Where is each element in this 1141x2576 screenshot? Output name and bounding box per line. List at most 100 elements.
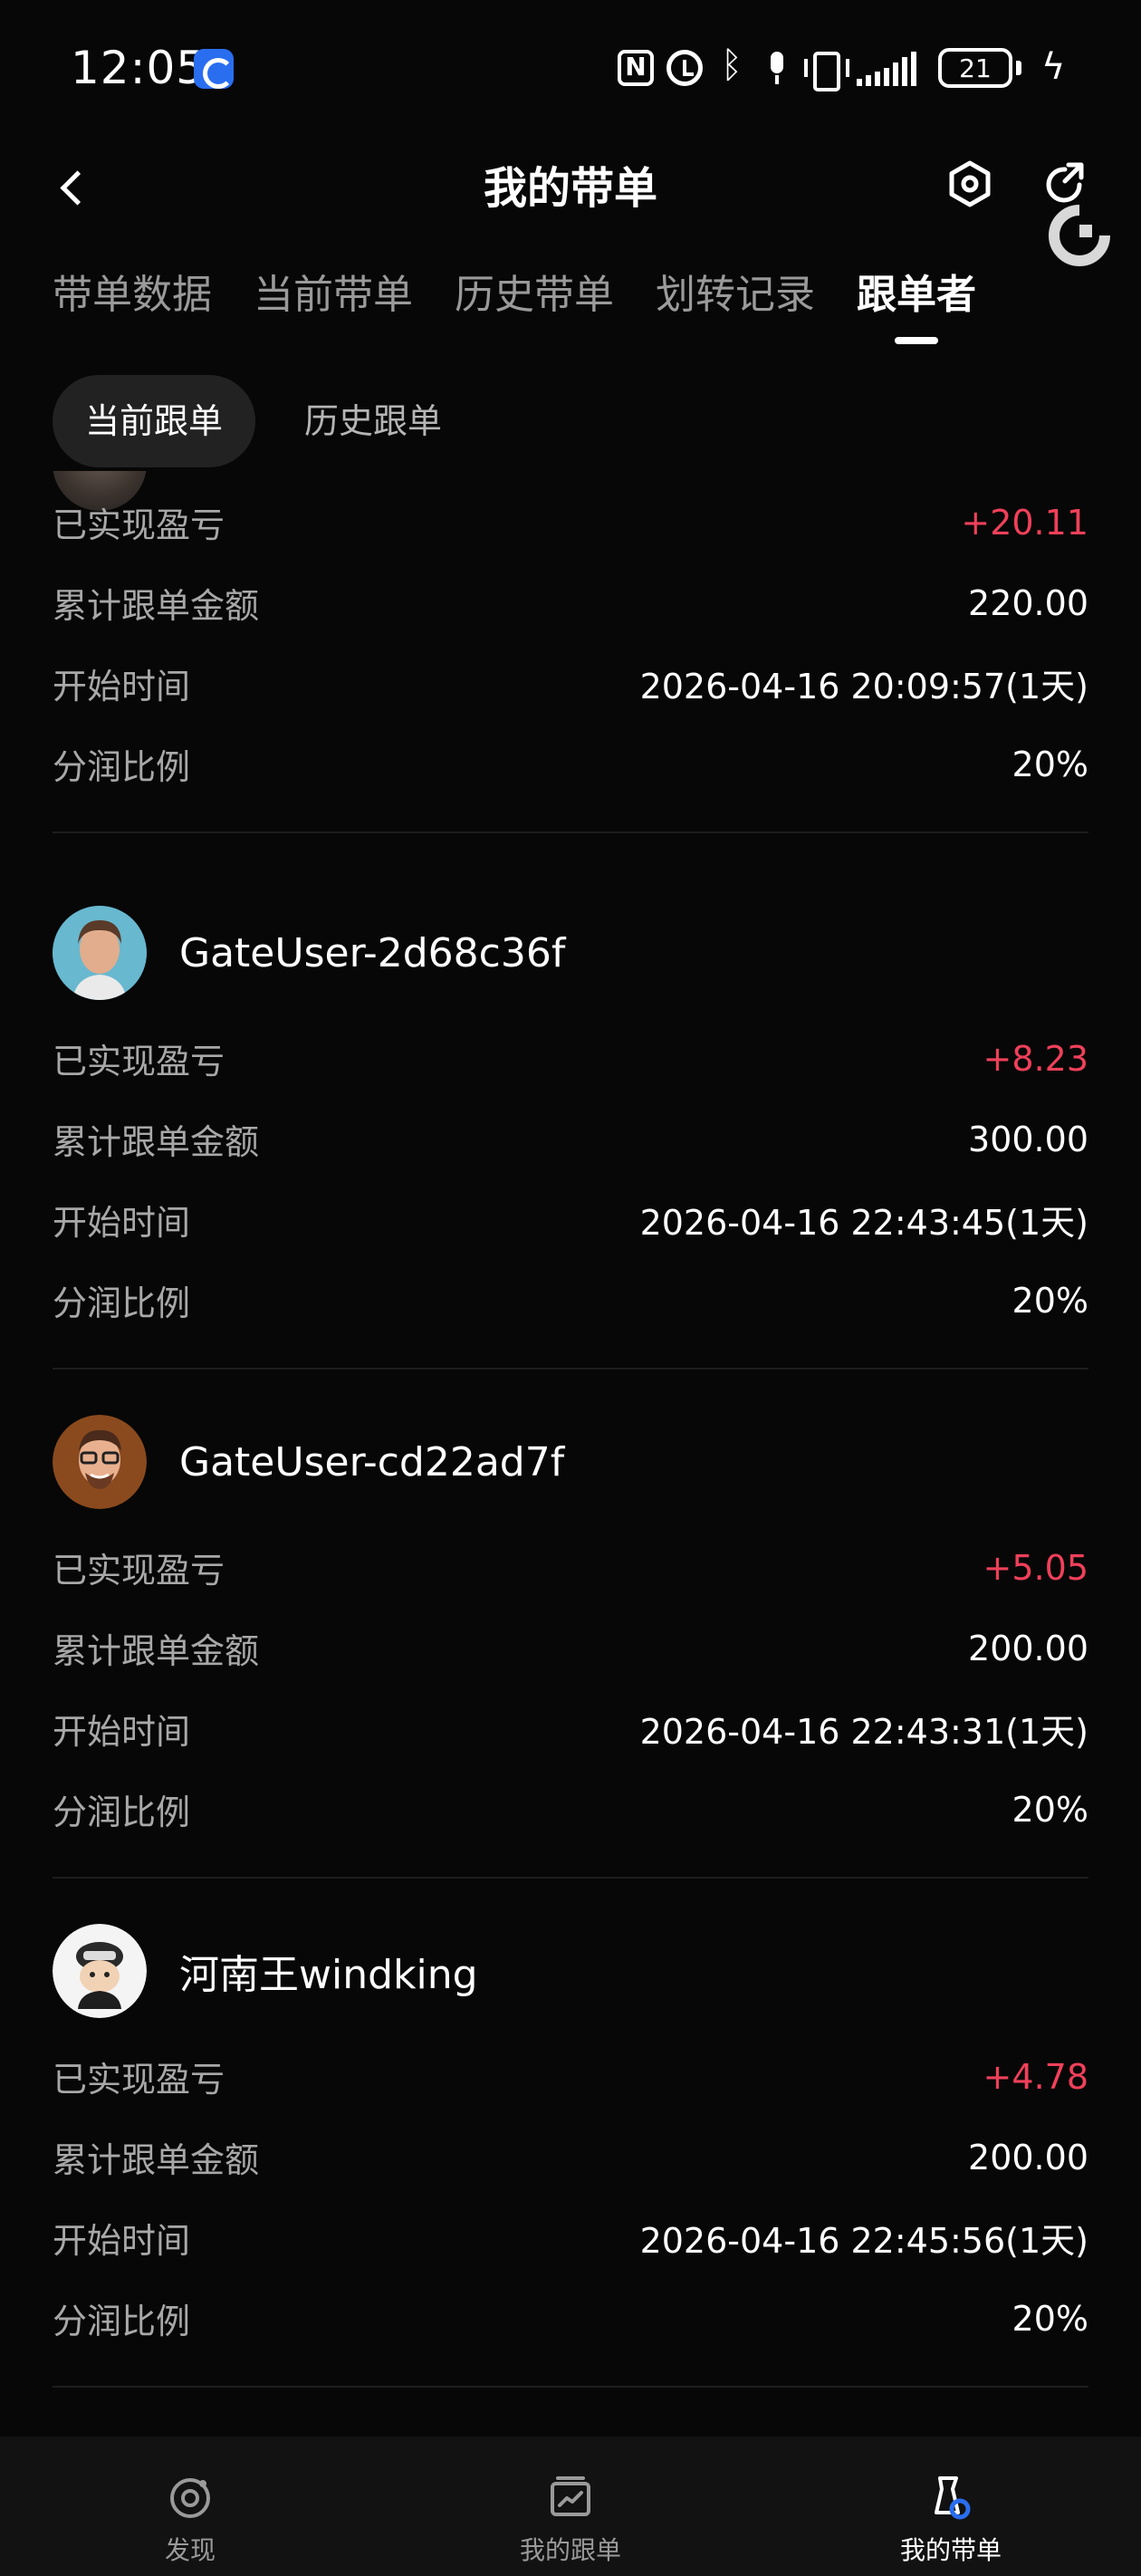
row-value: +8.23 bbox=[983, 1038, 1088, 1079]
discover-icon bbox=[170, 2478, 210, 2518]
row-start-time: 开始时间 2026-04-16 22:43:45(1天) bbox=[53, 1179, 1088, 1260]
row-value: 220.00 bbox=[968, 582, 1088, 623]
row-label: 开始时间 bbox=[53, 667, 191, 706]
alarm-icon bbox=[666, 50, 703, 86]
divider bbox=[53, 1877, 1088, 1879]
battery-icon: 21 bbox=[938, 48, 1012, 88]
row-label: 分润比例 bbox=[53, 1283, 191, 1323]
row-total-amount: 累计跟单金额 200.00 bbox=[53, 2117, 1088, 2197]
battery-tip bbox=[1016, 61, 1021, 75]
row-label: 累计跟单金额 bbox=[53, 2140, 260, 2180]
gate-logo-float-button[interactable] bbox=[1045, 201, 1114, 270]
tab-current-lead[interactable]: 当前带单 bbox=[254, 263, 413, 328]
follower-user[interactable]: 河南王windking bbox=[53, 1924, 1088, 2018]
nav-discover[interactable]: 发现 bbox=[0, 2437, 380, 2576]
avatar-image bbox=[53, 1924, 147, 2018]
nav-my-lead[interactable]: 我的带单 bbox=[761, 2437, 1141, 2576]
row-value: 2026-04-16 22:43:45(1天) bbox=[639, 1203, 1088, 1243]
row-total-amount: 累计跟单金额 200.00 bbox=[53, 1608, 1088, 1688]
tab-transfer-records[interactable]: 划转记录 bbox=[656, 263, 815, 328]
microphone-icon bbox=[764, 50, 790, 86]
settings-button[interactable] bbox=[944, 158, 996, 210]
row-value: 20% bbox=[1012, 744, 1088, 784]
nav-label: 我的跟单 bbox=[519, 2535, 621, 2565]
bottom-nav: 发现 我的跟单 我的带单 bbox=[0, 2437, 1141, 2576]
row-profit-share: 分润比例 20% bbox=[53, 724, 1088, 804]
row-label: 已实现盈亏 bbox=[53, 2060, 225, 2100]
signal-icon bbox=[857, 50, 925, 86]
my-copy-icon bbox=[551, 2476, 590, 2516]
row-realized-pnl: 已实现盈亏 +8.23 bbox=[53, 1018, 1088, 1099]
row-value: 2026-04-16 22:45:56(1天) bbox=[639, 2221, 1088, 2261]
vibrate-icon bbox=[802, 50, 849, 91]
app-notification-icon bbox=[194, 49, 234, 89]
row-profit-share: 分润比例 20% bbox=[53, 1769, 1088, 1850]
row-label: 已实现盈亏 bbox=[53, 1551, 225, 1591]
row-label: 分润比例 bbox=[53, 747, 191, 787]
row-realized-pnl: 已实现盈亏 +20.11 bbox=[53, 482, 1088, 562]
divider bbox=[53, 831, 1088, 833]
bluetooth-icon bbox=[715, 44, 752, 86]
row-profit-share: 分润比例 20% bbox=[53, 1260, 1088, 1341]
row-label: 分润比例 bbox=[53, 2302, 191, 2341]
row-start-time: 开始时间 2026-04-16 20:09:57(1天) bbox=[53, 643, 1088, 724]
follower-list[interactable]: 已实现盈亏 +20.11 累计跟单金额 220.00 开始时间 2026-04-… bbox=[0, 471, 1141, 2437]
row-value: 2026-04-16 20:09:57(1天) bbox=[639, 667, 1088, 706]
status-time: 12:05 bbox=[71, 42, 206, 94]
row-label: 已实现盈亏 bbox=[53, 1042, 225, 1081]
user-name: GateUser-cd22ad7f bbox=[179, 1438, 565, 1485]
row-value: 300.00 bbox=[968, 1119, 1088, 1159]
row-realized-pnl: 已实现盈亏 +5.05 bbox=[53, 1527, 1088, 1608]
tab-lead-data[interactable]: 带单数据 bbox=[53, 263, 212, 328]
user-name: GateUser-2d68c36f bbox=[179, 929, 566, 976]
divider bbox=[53, 1368, 1088, 1370]
main-tabs: 带单数据 当前带单 历史带单 划转记录 跟单者 bbox=[53, 263, 976, 344]
follower-card: 已实现盈亏 +20.11 累计跟单金额 220.00 开始时间 2026-04-… bbox=[53, 482, 1088, 833]
row-value: 20% bbox=[1012, 1280, 1088, 1321]
avatar bbox=[53, 906, 147, 1000]
follower-card: 河南王windking 已实现盈亏 +4.78 累计跟单金额 200.00 开始… bbox=[53, 1924, 1088, 2388]
sub-tabs: 当前跟单 历史跟单 bbox=[53, 375, 475, 467]
row-value: 200.00 bbox=[968, 2137, 1088, 2177]
row-label: 累计跟单金额 bbox=[53, 586, 260, 626]
avatar-image bbox=[53, 1415, 147, 1509]
row-value: 200.00 bbox=[968, 1628, 1088, 1668]
row-label: 已实现盈亏 bbox=[53, 505, 225, 545]
settings-icon bbox=[949, 160, 991, 207]
nfc-icon bbox=[618, 50, 654, 86]
row-value: 20% bbox=[1012, 2298, 1088, 2339]
user-name: 河南王windking bbox=[179, 1952, 478, 1998]
nav-label: 我的带单 bbox=[899, 2535, 1002, 2565]
row-start-time: 开始时间 2026-04-16 22:43:31(1天) bbox=[53, 1688, 1088, 1769]
header: 我的带单 bbox=[0, 136, 1141, 235]
my-lead-icon bbox=[935, 2476, 971, 2520]
follower-user[interactable]: GateUser-2d68c36f bbox=[53, 906, 1088, 1000]
row-label: 开始时间 bbox=[53, 1712, 191, 1752]
status-bar: 12:05 21 bbox=[0, 0, 1141, 136]
row-value: +4.78 bbox=[983, 2056, 1088, 2097]
row-label: 开始时间 bbox=[53, 1203, 191, 1243]
subtab-current-follow[interactable]: 当前跟单 bbox=[53, 375, 256, 467]
row-value: +20.11 bbox=[961, 502, 1088, 543]
tab-followers[interactable]: 跟单者 bbox=[857, 263, 976, 344]
charging-icon bbox=[1034, 46, 1070, 88]
tab-history-lead[interactable]: 历史带单 bbox=[455, 263, 614, 328]
row-value: 2026-04-16 22:43:31(1天) bbox=[639, 1712, 1088, 1752]
row-value: 20% bbox=[1012, 1789, 1088, 1830]
row-value: +5.05 bbox=[983, 1547, 1088, 1588]
nav-my-copy[interactable]: 我的跟单 bbox=[380, 2437, 761, 2576]
battery-level: 21 bbox=[959, 53, 992, 83]
row-label: 分润比例 bbox=[53, 1793, 191, 1832]
row-total-amount: 累计跟单金额 300.00 bbox=[53, 1099, 1088, 1179]
subtab-history-follow[interactable]: 历史跟单 bbox=[272, 375, 475, 467]
follower-card: GateUser-cd22ad7f 已实现盈亏 +5.05 累计跟单金额 200… bbox=[53, 1415, 1088, 1879]
row-label: 累计跟单金额 bbox=[53, 1122, 260, 1162]
follower-user[interactable]: GateUser-cd22ad7f bbox=[53, 1415, 1088, 1509]
avatar-image bbox=[53, 906, 147, 1000]
row-profit-share: 分润比例 20% bbox=[53, 2278, 1088, 2359]
nav-label: 发现 bbox=[164, 2535, 216, 2565]
divider bbox=[53, 2386, 1088, 2388]
avatar bbox=[53, 1415, 147, 1509]
status-icons: 21 bbox=[618, 44, 1070, 91]
row-start-time: 开始时间 2026-04-16 22:45:56(1天) bbox=[53, 2197, 1088, 2278]
